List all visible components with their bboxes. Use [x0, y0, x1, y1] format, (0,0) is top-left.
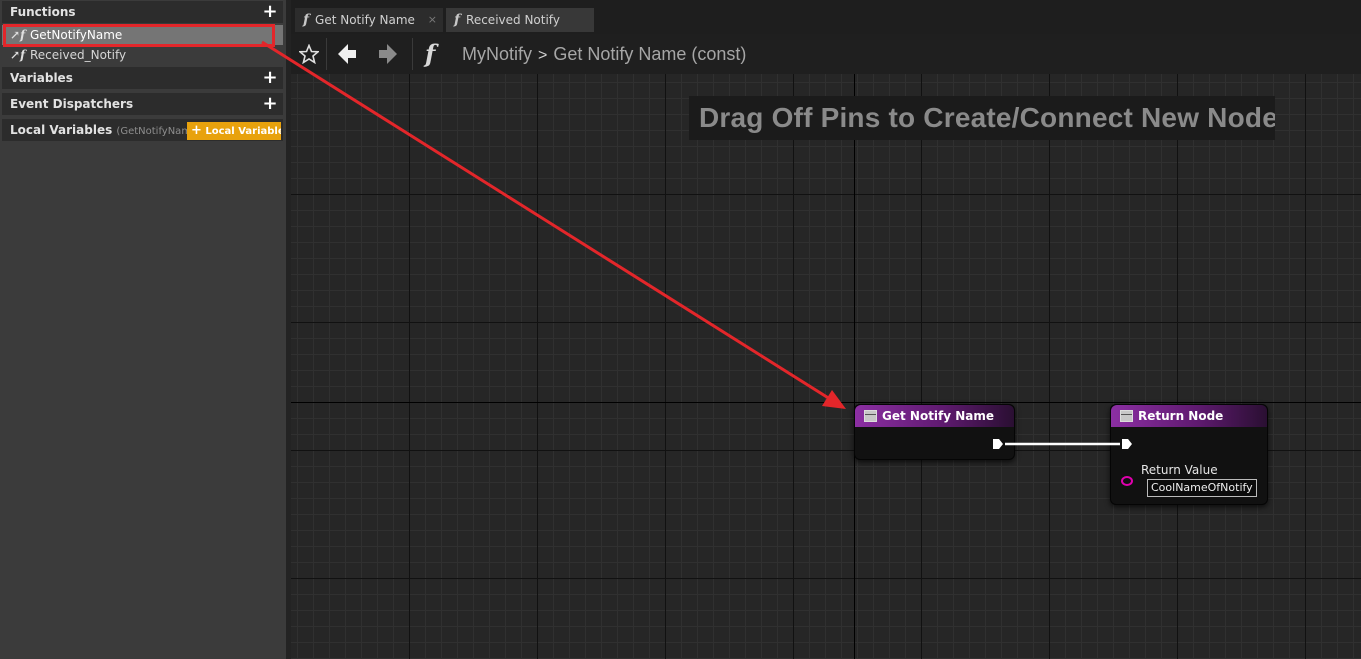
function-entry-icon [864, 410, 877, 422]
function-icon: f [454, 12, 461, 28]
function-item-label: Received_Notify [30, 48, 127, 62]
favorite-button[interactable] [297, 38, 321, 70]
return-node-icon [1120, 410, 1133, 422]
return-node[interactable]: Return Node Return Value CoolNameOfNotif… [1110, 404, 1268, 505]
return-value-input[interactable]: CoolNameOfNotify [1147, 479, 1257, 497]
functions-section-header[interactable]: Functions + [2, 1, 283, 23]
graph-hint-text: Drag Off Pins to Create/Connect New Node… [689, 96, 1275, 140]
graph-canvas[interactable]: Drag Off Pins to Create/Connect New Node… [291, 74, 1361, 659]
graph-tab-bar: f Get Notify Name × f Received Notify [291, 0, 1361, 34]
close-tab-icon[interactable]: × [428, 8, 437, 32]
node-header: Return Node [1111, 405, 1267, 427]
add-local-variable-button[interactable]: + Local Variable [187, 122, 281, 140]
graph-toolbar: f MyNotify > Get Notify Name (const) [291, 34, 1361, 74]
star-icon [297, 43, 321, 65]
tab-label: Received Notify [466, 13, 560, 27]
add-variable-button[interactable]: + [262, 69, 278, 87]
function-icon: f [303, 12, 310, 28]
breadcrumb: MyNotify > Get Notify Name (const) [462, 38, 746, 70]
toolbar-separator [412, 38, 413, 70]
forward-arrow-icon [379, 44, 397, 64]
exec-input-pin[interactable] [1121, 438, 1133, 450]
node-title: Get Notify Name [882, 409, 995, 423]
event-dispatchers-header-label: Event Dispatchers [10, 97, 134, 111]
function-entry-node[interactable]: Get Notify Name [854, 404, 1015, 460]
node-header: Get Notify Name [855, 405, 1014, 427]
local-variables-header-label: Local Variables [10, 123, 113, 137]
tab-get-notify-name[interactable]: f Get Notify Name × [295, 8, 443, 32]
back-button[interactable] [335, 38, 359, 70]
tab-label: Get Notify Name [315, 13, 415, 27]
variables-section-header[interactable]: Variables + [2, 67, 283, 89]
functions-header-label: Functions [10, 5, 76, 19]
exec-output-pin[interactable] [992, 438, 1004, 450]
return-value-label: Return Value [1141, 463, 1218, 477]
back-arrow-icon [338, 44, 356, 64]
forward-button[interactable] [376, 38, 400, 70]
add-event-dispatcher-button[interactable]: + [262, 95, 278, 113]
toolbar-separator [326, 38, 327, 70]
blueprint-editor: Functions + ↗f GetNotifyName ↗f Received_N… [0, 0, 1361, 659]
graph-origin-axis-horizontal [291, 402, 1361, 403]
breadcrumb-parent[interactable]: MyNotify [462, 44, 532, 64]
annotation-highlight-box [3, 24, 275, 47]
breadcrumb-current: Get Notify Name (const) [553, 44, 747, 64]
function-override-icon: ↗f [10, 48, 26, 62]
my-blueprint-panel: Functions + ↗f GetNotifyName ↗f Received_N… [0, 0, 286, 659]
node-title: Return Node [1138, 409, 1224, 423]
name-input-pin[interactable] [1121, 476, 1133, 486]
variables-header-label: Variables [10, 71, 73, 85]
local-variables-context: (GetNotifyName [116, 126, 198, 137]
plus-icon: + [191, 123, 202, 138]
tab-received-notify[interactable]: f Received Notify [446, 8, 594, 32]
breadcrumb-separator: > [538, 47, 548, 64]
event-dispatchers-section-header[interactable]: Event Dispatchers + [2, 93, 283, 115]
add-local-variable-label: Local Variable [205, 126, 281, 137]
function-item-received-notify[interactable]: ↗f Received_Notify [2, 45, 283, 65]
add-function-button[interactable]: + [262, 3, 278, 21]
graph-origin-axis-vertical [854, 74, 855, 659]
function-icon: f [425, 39, 436, 68]
